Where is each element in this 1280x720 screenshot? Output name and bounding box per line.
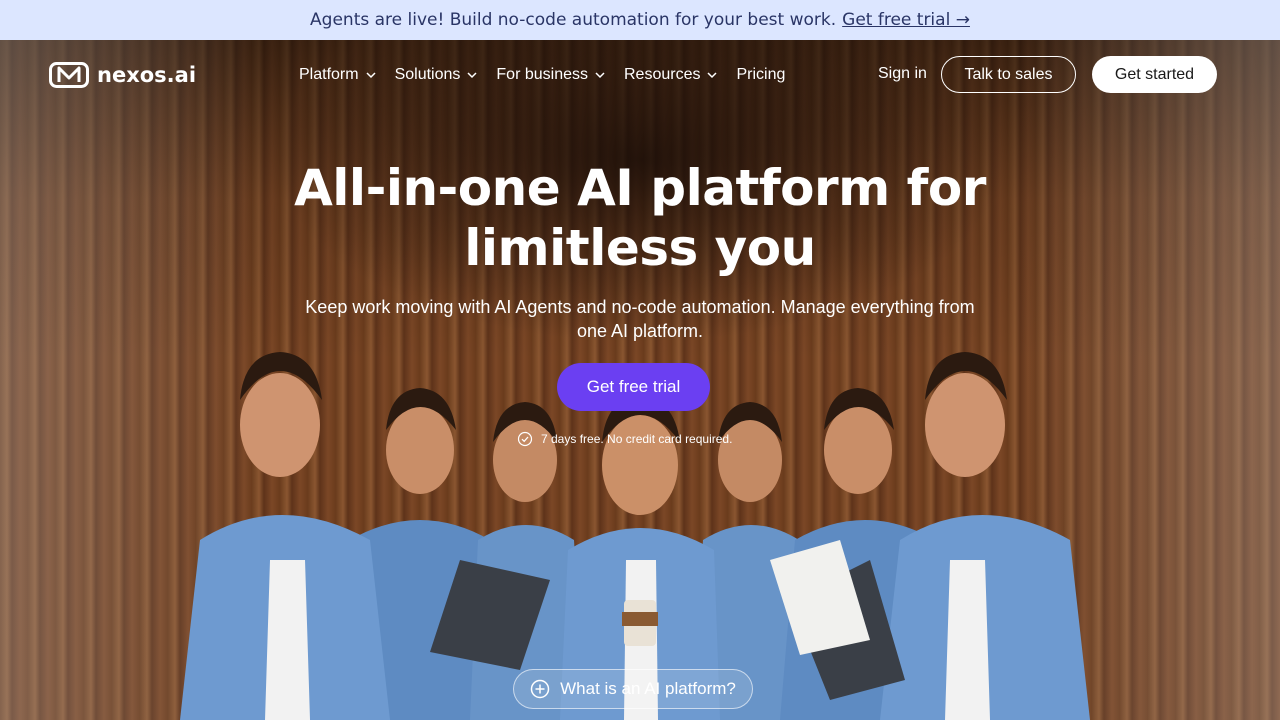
plus-circle-icon (530, 679, 550, 699)
nexos-logo[interactable]: nexos.ai (49, 62, 196, 88)
banner-free-trial-link[interactable]: Get free trial → (842, 10, 970, 30)
headline-line-1: All-in-one AI platform for (294, 159, 986, 217)
nav-item-label: Resources (624, 66, 701, 83)
trial-note-text: 7 days free. No credit card required. (541, 432, 733, 446)
chevron-down-icon (595, 72, 605, 79)
nav-item-pricing[interactable]: Pricing (736, 63, 785, 87)
chevron-down-icon (467, 72, 477, 79)
nav-item-platform[interactable]: Platform (299, 63, 377, 87)
nav-item-solutions[interactable]: Solutions (395, 63, 479, 87)
nav-item-label: Platform (299, 66, 359, 83)
check-circle-icon (517, 431, 533, 447)
hero-headline: All-in-one AI platform for limitless you (240, 158, 1040, 278)
chevron-down-icon (366, 72, 376, 79)
nexos-logo-icon (49, 62, 89, 88)
nav-item-for-business[interactable]: For business (496, 63, 606, 87)
what-is-ai-platform-button[interactable]: What is an AI platform? (513, 669, 753, 709)
person-front-far-right (880, 352, 1090, 720)
nav-item-label: Solutions (394, 66, 461, 83)
headline-line-2: limitless you (464, 219, 816, 277)
what-is-ai-platform-label: What is an AI platform? (560, 679, 736, 698)
nav-item-label: For business (496, 66, 588, 83)
main-navigation: nexos.ai Platform Solutions For business… (0, 40, 1280, 110)
get-started-button[interactable]: Get started (1092, 56, 1217, 93)
sign-in-link[interactable]: Sign in (878, 65, 927, 83)
chevron-down-icon (707, 72, 718, 79)
talk-to-sales-button[interactable]: Talk to sales (941, 56, 1076, 93)
nav-item-label: Pricing (736, 66, 786, 83)
logo-text: nexos.ai (97, 63, 197, 87)
nav-item-resources[interactable]: Resources (624, 63, 718, 87)
hero-subtext: Keep work moving with AI Agents and no-c… (305, 297, 975, 341)
banner-text: Agents are live! Build no-code automatio… (310, 10, 837, 30)
person-front-far-left (180, 352, 390, 720)
announcement-banner: Agents are live! Build no-code automatio… (0, 0, 1280, 40)
get-free-trial-button[interactable]: Get free trial (557, 363, 710, 411)
nav-menu: Platform Solutions For business Resource… (299, 63, 785, 87)
trial-note: 7 days free. No credit card required. (517, 431, 732, 447)
